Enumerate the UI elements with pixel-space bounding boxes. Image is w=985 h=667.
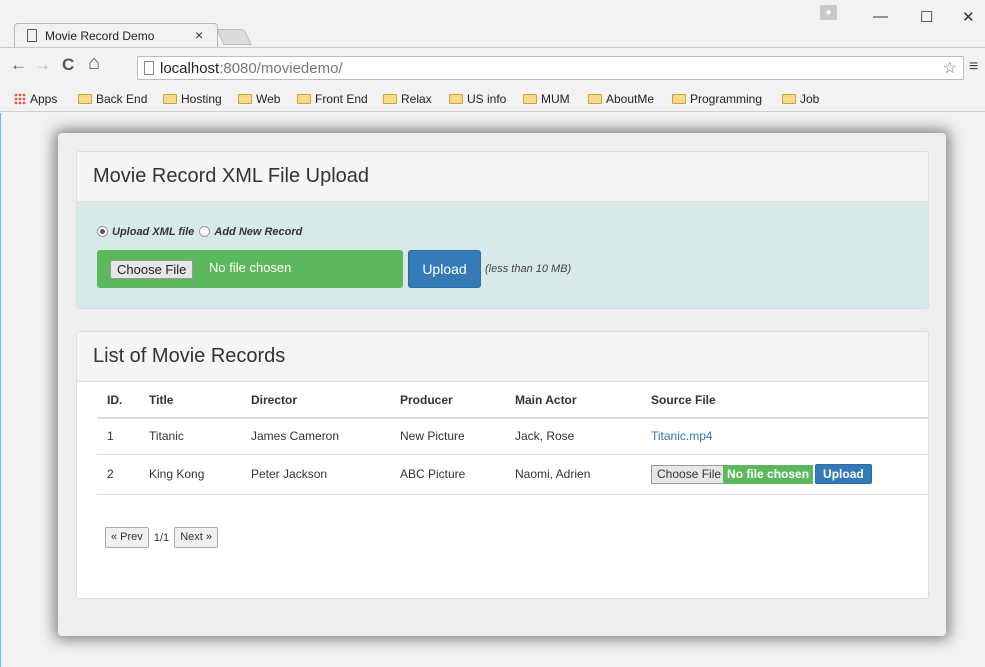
col-header-id: ID. (97, 382, 139, 419)
page-container: Movie Record XML File Upload Upload XML … (58, 133, 946, 636)
size-note: (less than 10 MB) (485, 263, 572, 275)
bookmark-web[interactable]: Web (238, 92, 280, 106)
bookmarks-bar: Apps Back End Hosting Web Front End Rela… (0, 88, 985, 112)
page-icon (144, 61, 154, 75)
bookmark-aboutme[interactable]: AboutMe (588, 92, 654, 106)
folder-icon (523, 94, 537, 104)
browser-tab[interactable]: Movie Record Demo × (14, 23, 218, 47)
cell-director: Peter Jackson (241, 454, 390, 495)
browser-toolbar: ← → C ⌂ localhost:8080/moviedemo/ ☆ ≡ (0, 47, 985, 88)
upload-button[interactable]: Upload (408, 250, 481, 288)
folder-icon (297, 94, 311, 104)
col-header-main-actor: Main Actor (505, 382, 641, 419)
bookmark-star-icon[interactable]: ☆ (943, 58, 957, 78)
cell-id: 2 (97, 454, 139, 495)
col-header-director: Director (241, 382, 390, 419)
table-header-row: ID. Title Director Producer Main Actor S… (97, 382, 929, 419)
row-upload-button[interactable]: Upload (815, 464, 872, 484)
user-icon[interactable]: ● (820, 5, 837, 20)
add-record-label: Add New Record (214, 226, 303, 238)
home-icon[interactable]: ⌂ (88, 52, 100, 75)
prev-page-button[interactable]: « Prev (105, 527, 149, 548)
table-row: 2 King Kong Peter Jackson ABC Picture Na… (97, 454, 929, 495)
cell-actor: Jack, Rose (505, 418, 641, 455)
row-no-file-text: No file chosen (723, 464, 814, 484)
upload-panel: Movie Record XML File Upload Upload XML … (76, 151, 929, 309)
bookmark-front-end[interactable]: Front End (297, 92, 368, 106)
reload-icon[interactable]: C (62, 55, 74, 75)
cell-title: Titanic (139, 418, 241, 455)
page-count: 1/1 (153, 531, 170, 544)
folder-icon (238, 94, 252, 104)
records-panel: List of Movie Records ID. Title Director… (76, 331, 929, 599)
source-file-link[interactable]: Titanic.mp4 (651, 429, 713, 443)
page-icon (27, 29, 37, 42)
add-record-radio[interactable] (199, 226, 211, 237)
cell-source: Titanic.mp4 (641, 418, 929, 455)
cell-actor: Naomi, Adrien (505, 454, 641, 495)
window-titlebar: Movie Record Demo × ● — ☐ ✕ (0, 0, 985, 47)
bookmark-back-end[interactable]: Back End (78, 92, 147, 106)
folder-icon (78, 94, 92, 104)
folder-icon (449, 94, 463, 104)
col-header-source-file: Source File (641, 382, 929, 419)
bookmark-relax[interactable]: Relax (383, 92, 432, 106)
address-bar[interactable]: localhost:8080/moviedemo/ ☆ (137, 56, 964, 80)
bookmark-job[interactable]: Job (782, 92, 819, 106)
bookmark-apps[interactable]: Apps (14, 92, 57, 106)
upload-form: Upload XML file Add New Record Choose Fi… (77, 202, 928, 308)
tab-title: Movie Record Demo (45, 29, 155, 43)
minimize-button[interactable]: — (873, 8, 888, 25)
cell-producer: New Picture (390, 418, 505, 455)
upload-xml-radio[interactable] (97, 226, 108, 237)
cell-id: 1 (97, 418, 139, 455)
folder-icon (163, 94, 177, 104)
bookmark-mum[interactable]: MUM (523, 92, 570, 106)
folder-icon (782, 94, 796, 104)
close-tab-icon[interactable]: × (195, 27, 203, 43)
table-row: 1 Titanic James Cameron New Picture Jack… (97, 418, 929, 455)
no-file-text: No file chosen (209, 260, 292, 275)
bookmark-us-info[interactable]: US info (449, 92, 506, 106)
records-table: ID. Title Director Producer Main Actor S… (97, 382, 929, 495)
cell-producer: ABC Picture (390, 454, 505, 495)
folder-icon (672, 94, 686, 104)
cell-director: James Cameron (241, 418, 390, 455)
bookmark-hosting[interactable]: Hosting (163, 92, 222, 106)
url-text: localhost:8080/moviedemo/ (160, 60, 343, 77)
folder-icon (588, 94, 602, 104)
col-header-title: Title (139, 382, 241, 419)
bookmark-programming[interactable]: Programming (672, 92, 762, 106)
back-icon[interactable]: ← (10, 55, 27, 75)
row-choose-file-button[interactable]: Choose File (651, 464, 728, 484)
close-window-button[interactable]: ✕ (962, 8, 975, 26)
choose-file-button[interactable]: Choose File (110, 260, 194, 279)
next-page-button[interactable]: Next » (174, 527, 219, 548)
records-panel-title: List of Movie Records (77, 332, 928, 382)
upload-mode-radios: Upload XML file Add New Record (97, 226, 302, 238)
cell-title: King Kong (139, 454, 241, 495)
file-input[interactable]: Choose File No file chosen (97, 250, 403, 288)
pagination: « Prev 1/1 Next » (105, 527, 219, 548)
col-header-producer: Producer (390, 382, 505, 419)
forward-icon[interactable]: → (34, 55, 51, 75)
upload-xml-label: Upload XML file (112, 226, 195, 238)
maximize-button[interactable]: ☐ (920, 8, 933, 26)
menu-icon[interactable]: ≡ (969, 58, 978, 76)
upload-panel-title: Movie Record XML File Upload (77, 152, 928, 202)
apps-grid-icon (14, 93, 26, 105)
cell-source: Choose File No file chosen Upload (641, 454, 929, 495)
folder-icon (383, 94, 397, 104)
new-tab-button[interactable] (216, 29, 252, 45)
